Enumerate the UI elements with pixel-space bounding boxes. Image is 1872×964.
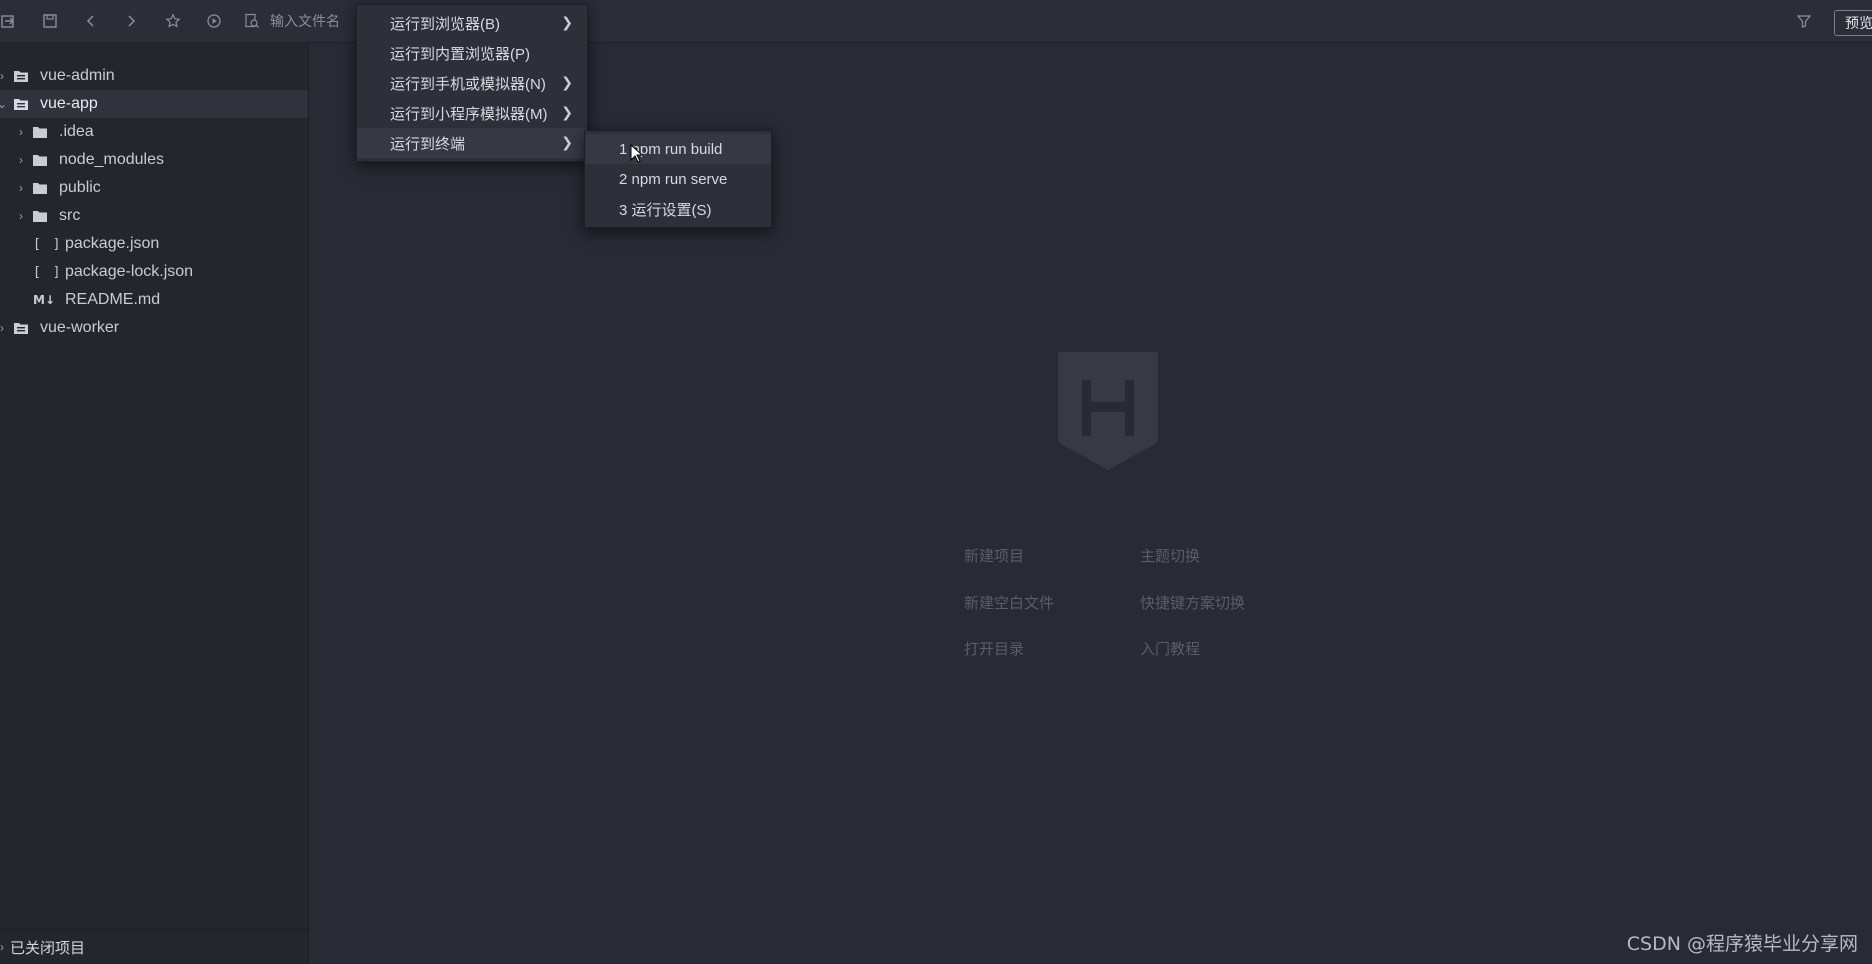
tree-item-vue-worker[interactable]: › vue-worker	[0, 314, 308, 342]
tree-item-src[interactable]: › src	[0, 202, 308, 230]
run-menu: 运行到浏览器(B) ❯ 运行到内置浏览器(P) 运行到手机或模拟器(N) ❯ 运…	[356, 4, 588, 162]
submenu-item-npm-run-build[interactable]: 1 npm run build	[585, 134, 771, 164]
submenu-item-npm-run-serve[interactable]: 2 npm run serve	[585, 164, 771, 194]
chevron-right-icon: ❯	[561, 134, 573, 150]
open-directory-link[interactable]: 打开目录	[964, 638, 1024, 659]
chevron-down-icon: ⌄	[0, 97, 8, 111]
tree-item-label: node_modules	[59, 151, 164, 168]
chevron-right-icon: ›	[0, 321, 4, 335]
chevron-right-icon: ›	[19, 209, 23, 223]
toolbar: 预览	[0, 0, 1872, 43]
star-icon[interactable]	[161, 9, 185, 33]
tree-item-label: vue-app	[40, 95, 98, 112]
menu-item-run-to-builtin-browser[interactable]: 运行到内置浏览器(P)	[357, 38, 587, 68]
preview-button[interactable]: 预览	[1834, 10, 1872, 36]
menu-item-label: 运行到手机或模拟器(N)	[390, 75, 546, 93]
save-icon[interactable]	[38, 9, 62, 33]
project-folder-icon	[10, 95, 32, 113]
project-folder-icon	[10, 67, 32, 85]
tree-item-label: .idea	[59, 123, 94, 140]
tree-item-label: vue-admin	[40, 67, 115, 84]
tree-item-readme[interactable]: M↓ README.md	[0, 286, 308, 314]
tree-item-node-modules[interactable]: › node_modules	[0, 146, 308, 174]
chevron-right-icon: ›	[0, 940, 4, 954]
tree-item-package-json[interactable]: [ ] package.json	[0, 230, 308, 258]
tree-item-vue-admin[interactable]: › vue-admin	[0, 62, 308, 90]
json-file-icon: [ ]	[33, 264, 63, 280]
hbuilder-logo-icon	[1058, 352, 1158, 470]
terminal-submenu: 1 npm run build 2 npm run serve 3 运行设置(S…	[584, 130, 772, 228]
new-project-link[interactable]: 新建项目	[964, 545, 1024, 566]
watermark: CSDN @程序猿毕业分享网	[1626, 933, 1858, 955]
tree-item-label: package-lock.json	[65, 263, 194, 280]
chevron-right-icon: ›	[19, 153, 23, 167]
chevron-right-icon: ›	[19, 181, 23, 195]
chevron-right-icon: ❯	[561, 14, 573, 30]
folder-icon	[29, 123, 51, 141]
closed-projects-bar[interactable]: › 已关闭项目	[0, 929, 308, 964]
chevron-right-icon: ›	[19, 125, 23, 139]
menu-item-label: 运行到内置浏览器(P)	[390, 45, 530, 63]
import-icon[interactable]	[0, 9, 20, 33]
folder-icon	[29, 179, 51, 197]
submenu-item-run-settings[interactable]: 3 运行设置(S)	[585, 194, 771, 224]
menu-item-label: 运行到终端	[390, 135, 466, 153]
theme-switch-link[interactable]: 主题切换	[1140, 545, 1200, 566]
closed-projects-label: 已关闭项目	[10, 939, 86, 957]
tree-item-label: README.md	[65, 291, 161, 308]
run-icon[interactable]	[202, 9, 226, 33]
folder-icon	[29, 151, 51, 169]
menu-item-label: 运行到浏览器(B)	[390, 15, 500, 33]
getting-started-link[interactable]: 入门教程	[1140, 638, 1200, 659]
tree-item-idea[interactable]: › .idea	[0, 118, 308, 146]
tree-item-vue-app[interactable]: ⌄ vue-app	[0, 90, 308, 118]
menu-item-run-to-terminal[interactable]: 运行到终端 ❯	[357, 128, 587, 158]
tree-item-package-lock-json[interactable]: [ ] package-lock.json	[0, 258, 308, 286]
chevron-right-icon: ›	[0, 69, 4, 83]
tree-item-label: public	[59, 179, 101, 196]
filter-icon[interactable]	[1792, 9, 1816, 33]
new-blank-file-link[interactable]: 新建空白文件	[964, 592, 1054, 613]
menu-item-run-to-miniprogram[interactable]: 运行到小程序模拟器(M) ❯	[357, 98, 587, 128]
tree-item-public[interactable]: › public	[0, 174, 308, 202]
tree-item-label: package.json	[65, 235, 160, 252]
keymap-switch-link[interactable]: 快捷键方案切换	[1140, 592, 1245, 613]
markdown-file-icon: M↓	[33, 293, 55, 307]
project-sidebar: › vue-admin ⌄ vue-app › .idea › node_mod…	[0, 43, 309, 964]
menu-item-run-to-phone-emulator[interactable]: 运行到手机或模拟器(N) ❯	[357, 68, 587, 98]
forward-icon[interactable]	[119, 9, 143, 33]
json-file-icon: [ ]	[33, 236, 63, 252]
chevron-right-icon: ❯	[561, 104, 573, 120]
menu-item-run-to-browser[interactable]: 运行到浏览器(B) ❯	[357, 8, 587, 38]
tree-item-label: vue-worker	[40, 319, 120, 336]
project-folder-icon	[10, 319, 32, 337]
back-icon[interactable]	[79, 9, 103, 33]
folder-icon	[29, 207, 51, 225]
chevron-right-icon: ❯	[561, 74, 573, 90]
tree-item-label: src	[59, 207, 81, 224]
menu-item-label: 运行到小程序模拟器(M)	[390, 105, 548, 123]
file-search-box[interactable]	[244, 8, 382, 34]
file-search-icon	[244, 13, 260, 29]
